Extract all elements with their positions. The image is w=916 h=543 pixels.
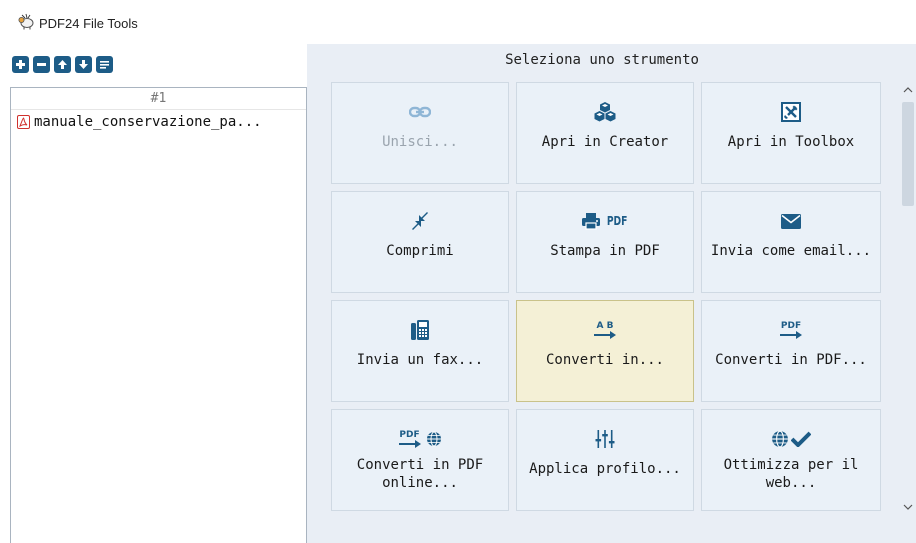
convert-ab-icon-text: A B <box>596 321 614 331</box>
tool-label: Ottimizza per il web... <box>723 457 859 491</box>
scrollbar-thumb[interactable] <box>902 102 914 206</box>
tool-label: Converti in... <box>545 352 664 368</box>
pdf-file-icon <box>17 115 30 129</box>
tools-grid: Unisci... Apri in Creator Apri in Toolbo… <box>331 82 884 511</box>
file-list-column-header: #1 <box>11 88 306 110</box>
tool-compress-button[interactable]: Comprimi <box>331 191 509 293</box>
arrow-right-icon <box>398 440 421 448</box>
tool-label: Stampa in PDF <box>550 243 660 259</box>
tool-convert-to-pdf-button[interactable]: PDF Converti in PDF... <box>701 300 881 402</box>
tool-merge-button[interactable]: Unisci... <box>331 82 509 184</box>
list-icon <box>100 61 109 69</box>
globe-icon <box>772 430 788 448</box>
tools-icon <box>781 102 801 122</box>
tool-convert-button[interactable]: A B Converti in... <box>516 300 694 402</box>
tool-open-creator-button[interactable]: Apri in Creator <box>516 82 694 184</box>
globe-icon <box>426 431 441 447</box>
file-list-panel: #1 manuale_conservazione_pa... <box>10 87 307 543</box>
plus-icon <box>16 60 25 69</box>
cubes-icon <box>594 102 616 122</box>
scroll-down-arrow-icon[interactable] <box>902 501 914 513</box>
envelope-icon <box>781 213 801 229</box>
arrow-right-icon <box>780 331 802 339</box>
tool-label: Converti in PDF... <box>715 352 867 368</box>
tool-label: Invia un fax... <box>356 352 484 368</box>
tool-label: Apri in Toolbox <box>727 134 855 150</box>
compress-icon <box>412 212 428 230</box>
arrow-right-icon <box>594 331 616 339</box>
tool-convert-pdf-online-button[interactable]: PDF Converti in PDF online... <box>331 409 509 511</box>
sliders-icon <box>595 430 615 448</box>
printer-pdf-icon-text: PDF <box>606 214 628 228</box>
tool-print-pdf-button[interactable]: PDF Stampa in PDF <box>516 191 694 293</box>
printer-icon <box>581 213 600 230</box>
tool-optimize-web-button[interactable]: Ottimizza per il web... <box>701 409 881 511</box>
pdf24-sheep-icon <box>18 13 34 30</box>
file-toolbar <box>12 56 113 78</box>
tool-label: Applica profilo... <box>529 461 681 477</box>
tool-send-email-button[interactable]: Invia come email... <box>701 191 881 293</box>
tool-label: Invia come email... <box>710 243 872 259</box>
convert-pdf-online-icon-text: PDF <box>399 430 420 440</box>
scroll-up-arrow-icon[interactable] <box>902 84 914 96</box>
move-up-button[interactable] <box>54 56 71 73</box>
tools-scrollbar[interactable] <box>900 82 916 515</box>
convert-pdf-icon-text: PDF <box>780 321 802 331</box>
minus-icon <box>37 63 46 66</box>
file-name: manuale_conservazione_pa... <box>34 114 262 130</box>
tool-apply-profile-button[interactable]: Applica profilo... <box>516 409 694 511</box>
fax-icon <box>411 320 429 340</box>
arrow-down-icon <box>79 60 88 69</box>
tools-panel-title: Seleziona uno strumento <box>505 52 699 68</box>
tool-label: Converti in PDF online... <box>356 457 484 491</box>
window-title: PDF24 File Tools <box>39 16 138 31</box>
file-list-item[interactable]: manuale_conservazione_pa... <box>11 110 306 134</box>
remove-file-button[interactable] <box>33 56 50 73</box>
tool-label: Apri in Creator <box>541 134 669 150</box>
add-file-button[interactable] <box>12 56 29 73</box>
tool-label: Unisci... <box>382 134 458 150</box>
tool-open-toolbox-button[interactable]: Apri in Toolbox <box>701 82 881 184</box>
link-icon <box>409 106 431 118</box>
arrow-up-icon <box>58 60 67 69</box>
tool-send-fax-button[interactable]: Invia un fax... <box>331 300 509 402</box>
move-down-button[interactable] <box>75 56 92 73</box>
checkmark-icon <box>791 431 811 447</box>
tools-panel: Seleziona uno strumento Unisci... Apri i… <box>307 44 916 543</box>
sort-list-button[interactable] <box>96 56 113 73</box>
tool-label: Comprimi <box>386 243 454 259</box>
title-bar: PDF24 File Tools <box>0 0 916 44</box>
